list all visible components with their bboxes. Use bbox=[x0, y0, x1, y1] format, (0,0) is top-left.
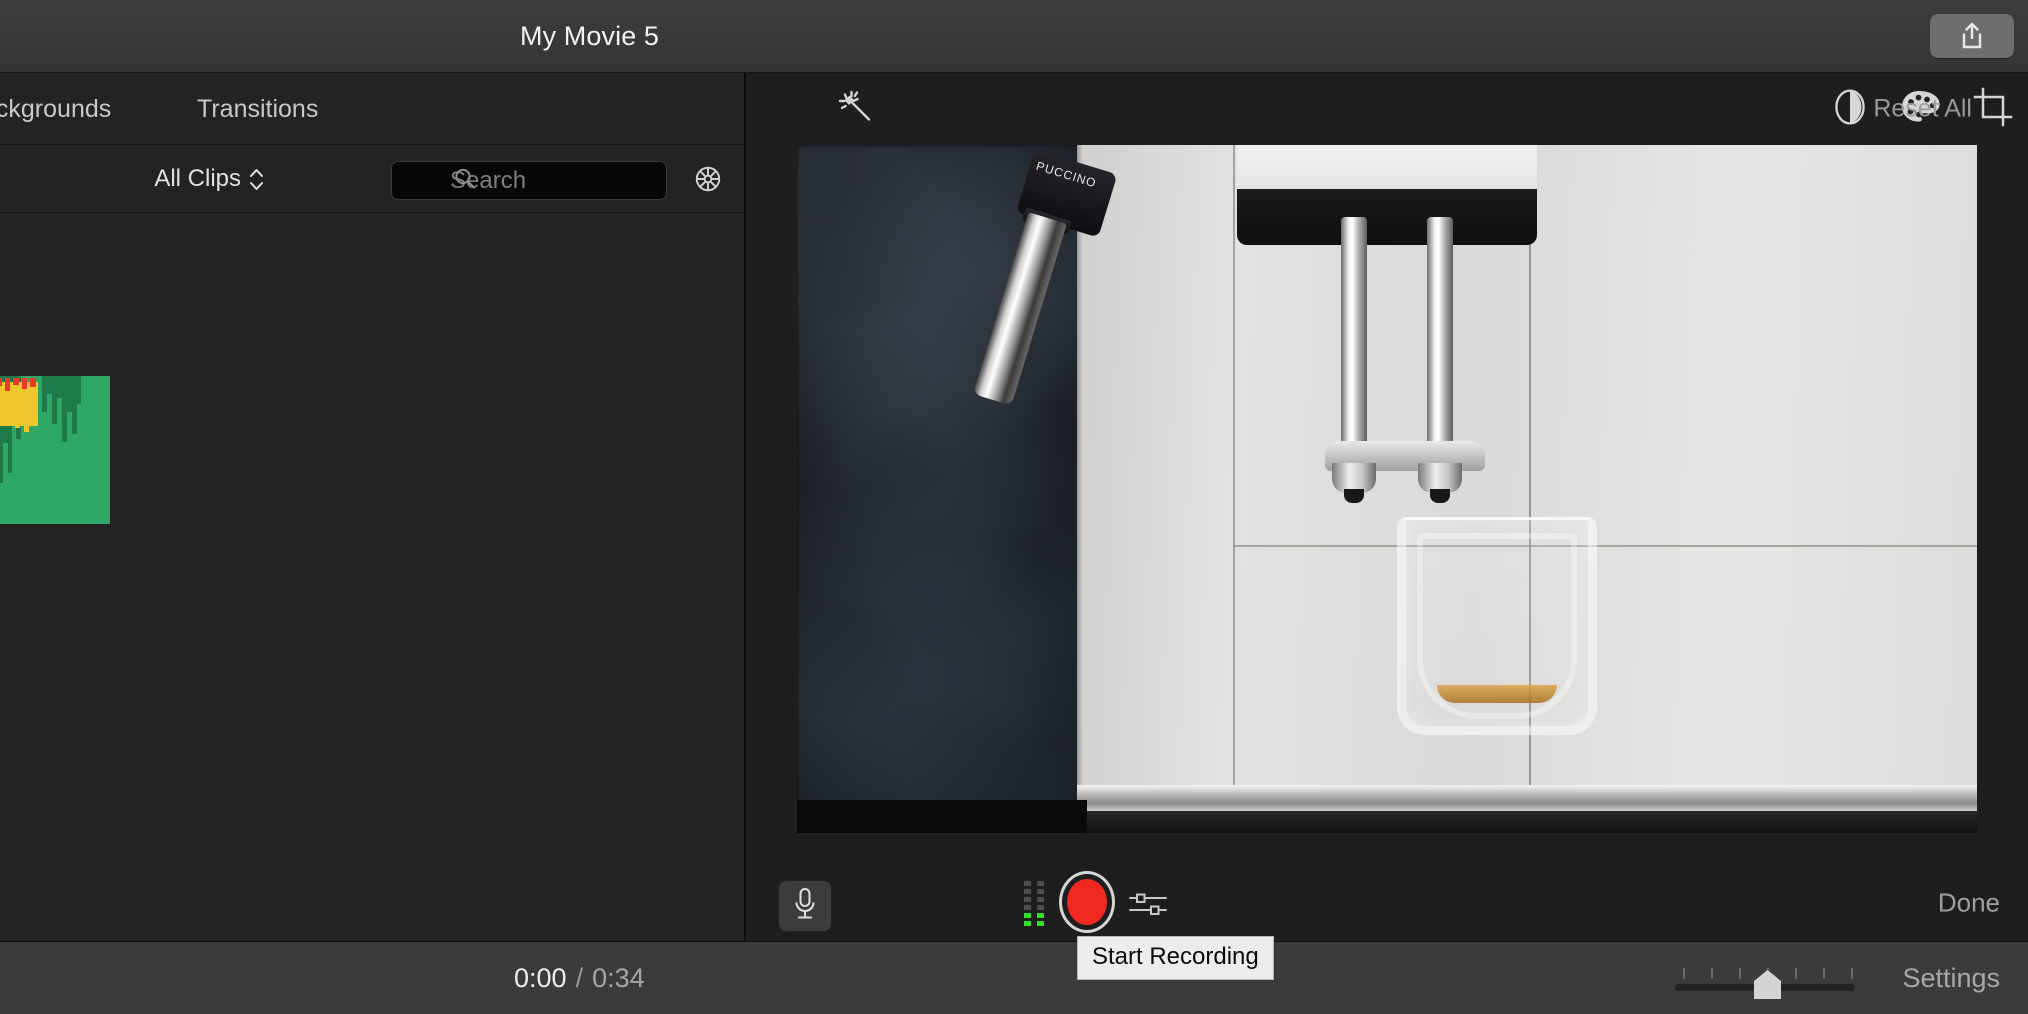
timecode-display: 0:00 / 0:34 bbox=[514, 942, 645, 1014]
done-button[interactable]: Done bbox=[1938, 888, 2000, 919]
record-button[interactable] bbox=[1059, 871, 1115, 933]
crop-button[interactable] bbox=[1970, 86, 2016, 132]
viewer-panel: Reset All bbox=[746, 73, 2028, 941]
tab-transitions-label: Transitions bbox=[197, 95, 318, 124]
audio-mixer-sliders-icon bbox=[1128, 908, 1168, 925]
color-balance-button[interactable] bbox=[1827, 86, 1873, 132]
all-clips-label: All Clips bbox=[154, 165, 241, 193]
machine-top-block bbox=[1237, 145, 1537, 195]
timecode-total: 0:34 bbox=[592, 963, 645, 994]
browser-settings-button[interactable] bbox=[686, 159, 730, 203]
coffee-spout bbox=[1341, 217, 1367, 479]
search-icon bbox=[454, 167, 476, 194]
page-title: My Movie 5 bbox=[0, 0, 2028, 73]
timecode-current: 0:00 bbox=[514, 963, 567, 994]
library-tab-bar: ackgrounds Transitions bbox=[0, 73, 744, 145]
machine-base-shadow bbox=[1077, 811, 1977, 833]
machine-drip-tray bbox=[1077, 785, 1977, 811]
timeline-zoom-slider[interactable] bbox=[1670, 942, 1860, 1014]
audio-waveform bbox=[0, 376, 110, 524]
coffee-spout bbox=[1427, 217, 1453, 479]
vu-dot bbox=[1037, 921, 1044, 926]
spout-nozzle bbox=[1430, 489, 1450, 503]
browser-filter-bar: All Clips Search bbox=[0, 145, 744, 213]
share-export-icon bbox=[1958, 21, 1986, 51]
vu-dot bbox=[1024, 921, 1031, 926]
vu-dot bbox=[1024, 913, 1031, 918]
bottom-toolbar: 0:00 / 0:34 Settings bbox=[0, 941, 2028, 1014]
microphone-button[interactable] bbox=[779, 881, 831, 931]
imovie-window: My Movie 5 ackgrounds Transitions All C bbox=[0, 0, 2028, 1014]
vu-dot bbox=[1037, 913, 1044, 918]
vu-dot bbox=[1037, 905, 1044, 910]
done-label: Done bbox=[1938, 888, 2000, 918]
tooltip-text: Start Recording bbox=[1092, 943, 1259, 970]
tab-backgrounds[interactable]: ackgrounds bbox=[0, 73, 111, 145]
spout-nozzle bbox=[1344, 489, 1364, 503]
list-item[interactable] bbox=[0, 376, 110, 524]
crop-icon bbox=[1973, 87, 2013, 132]
share-button[interactable] bbox=[1930, 14, 2014, 58]
gear-icon bbox=[691, 162, 725, 201]
audio-mixer-button[interactable] bbox=[1128, 887, 1168, 921]
tooltip: Start Recording bbox=[1077, 936, 1274, 980]
vu-dot bbox=[1024, 881, 1031, 886]
all-clips-dropdown[interactable]: All Clips bbox=[154, 145, 264, 213]
video-preview-stage: PUCCINO bbox=[746, 145, 2028, 865]
clip-browser-area[interactable] bbox=[0, 213, 744, 941]
library-browser-panel: ackgrounds Transitions All Clips bbox=[0, 73, 744, 941]
vu-dot bbox=[1024, 897, 1031, 902]
vu-dot bbox=[1037, 889, 1044, 894]
counter-shadow bbox=[797, 800, 1087, 833]
magic-wand-icon bbox=[837, 88, 875, 131]
audio-level-meter bbox=[1024, 881, 1046, 929]
machine-left-edge bbox=[1077, 145, 1083, 800]
vu-dot bbox=[1024, 889, 1031, 894]
color-balance-icon bbox=[1831, 87, 1869, 132]
voiceover-record-bar: Done bbox=[746, 865, 2028, 941]
vu-dot bbox=[1037, 897, 1044, 902]
tab-transitions[interactable]: Transitions bbox=[197, 73, 318, 145]
microphone-icon bbox=[792, 887, 818, 926]
timecode-separator: / bbox=[576, 963, 584, 994]
chevron-up-down-icon bbox=[249, 168, 264, 191]
settings-button[interactable]: Settings bbox=[1902, 942, 2000, 1014]
tab-backgrounds-label: ackgrounds bbox=[0, 95, 111, 124]
machine-drawer-line bbox=[1233, 545, 1977, 547]
reset-all-button[interactable]: Reset All bbox=[1873, 95, 1972, 124]
search-input[interactable]: Search bbox=[391, 161, 667, 200]
machine-panel-seam bbox=[1233, 145, 1235, 800]
adjustments-toolbar: Reset All bbox=[746, 73, 2028, 145]
settings-label: Settings bbox=[1902, 963, 2000, 994]
record-button-dot bbox=[1067, 879, 1107, 925]
title-bar: My Movie 5 bbox=[0, 0, 2028, 73]
espresso-liquid bbox=[1437, 685, 1557, 703]
video-preview[interactable]: PUCCINO bbox=[797, 145, 1977, 833]
vu-dot bbox=[1037, 881, 1044, 886]
auto-enhance-button[interactable] bbox=[833, 86, 879, 132]
vu-dot bbox=[1024, 905, 1031, 910]
brew-head bbox=[1237, 189, 1537, 245]
reset-all-label: Reset All bbox=[1873, 95, 1972, 123]
